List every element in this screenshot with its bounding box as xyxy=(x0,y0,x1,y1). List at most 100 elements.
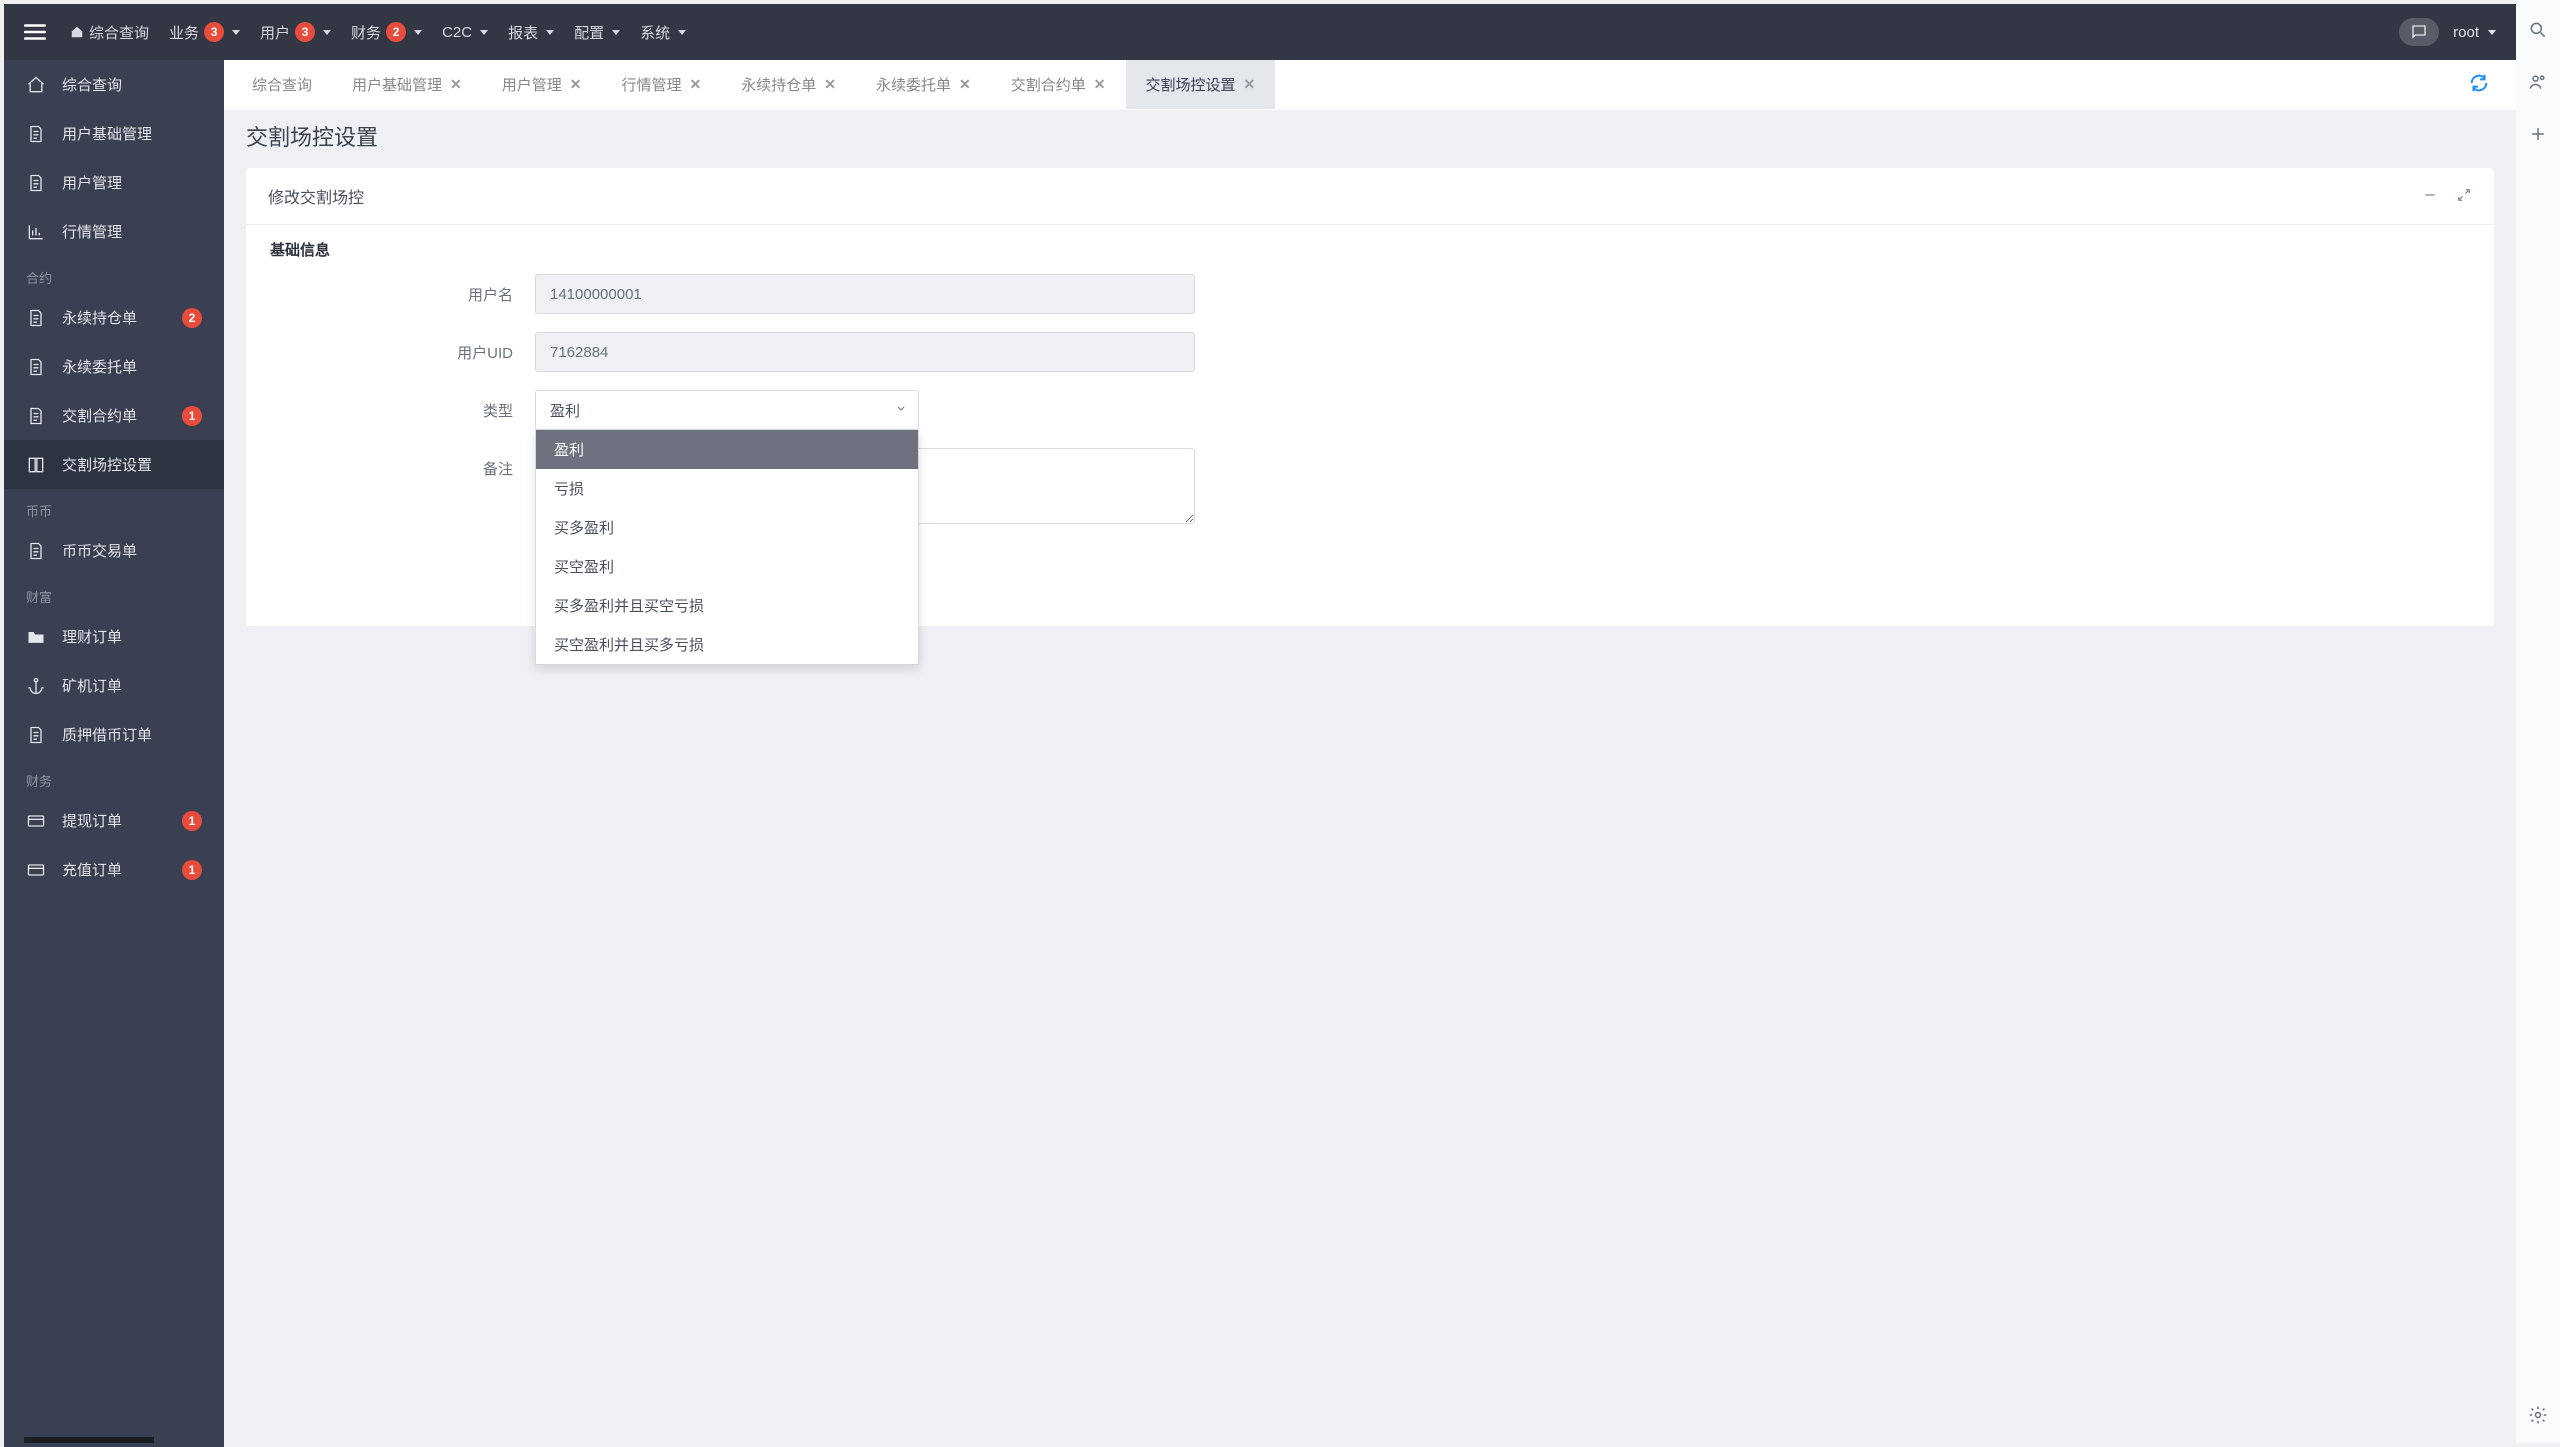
tab-label: 永续持仓单 xyxy=(741,74,816,95)
sidebar-item-zonghechaxun[interactable]: 综合查询 xyxy=(4,60,224,109)
chart-icon xyxy=(26,222,46,242)
type-select[interactable]: 盈利 xyxy=(535,390,919,430)
label-uid: 用户UID xyxy=(270,332,535,363)
sidebar-item-tixiandingdan[interactable]: 提现订单1 xyxy=(4,796,224,845)
badge: 3 xyxy=(204,22,224,42)
label-username: 用户名 xyxy=(270,274,535,305)
anchor-icon xyxy=(26,676,46,696)
sidebar-item-jiaogeheyuedan[interactable]: 交割合约单 1 xyxy=(4,391,224,440)
nav-item-label: 用户 xyxy=(260,22,290,43)
refresh-button[interactable] xyxy=(2450,62,2508,107)
search-icon[interactable] xyxy=(2528,20,2548,40)
dropdown-option[interactable]: 买多盈利 xyxy=(536,508,918,547)
tab[interactable]: 行情管理✕ xyxy=(602,60,722,109)
doc-icon xyxy=(26,541,46,561)
tab[interactable]: 交割场控设置✕ xyxy=(1126,60,1276,109)
close-icon[interactable]: ✕ xyxy=(1244,76,1256,93)
sidebar-item-label: 永续委托单 xyxy=(62,356,137,377)
sidebar-section-heading: 合约 xyxy=(4,256,224,293)
nav-item[interactable]: 系统 xyxy=(640,22,686,43)
menu-toggle-button[interactable] xyxy=(18,15,52,49)
doc-icon xyxy=(26,124,46,144)
panel-minimize-button[interactable] xyxy=(2422,187,2438,206)
close-icon[interactable]: ✕ xyxy=(450,76,462,93)
sidebar-item-chongzhidingdan[interactable]: 充值订单1 xyxy=(4,845,224,894)
nav-item-label: 系统 xyxy=(640,22,670,43)
tab[interactable]: 用户管理✕ xyxy=(482,60,602,109)
sidebar-item-jiaogechangkongshezhi[interactable]: 交割场控设置 xyxy=(4,440,224,489)
nav-item-label: 业务 xyxy=(169,22,199,43)
badge: 2 xyxy=(386,22,406,42)
badge: 1 xyxy=(182,406,202,426)
add-icon[interactable] xyxy=(2528,124,2548,144)
close-icon[interactable]: ✕ xyxy=(959,76,971,93)
sidebar-item-label: 交割合约单 xyxy=(62,405,137,426)
sidebar-section-heading: 财富 xyxy=(4,575,224,612)
tab[interactable]: 用户基础管理 ✕ xyxy=(332,60,482,109)
panel-expand-button[interactable] xyxy=(2456,187,2472,206)
close-icon[interactable]: ✕ xyxy=(570,76,582,93)
close-icon[interactable]: ✕ xyxy=(690,76,702,93)
sidebar-section-heading: 币币 xyxy=(4,489,224,526)
tab-bar: 综合查询用户基础管理✕用户管理✕行情管理✕永续持仓单✕永续委托单✕交割合约单✕交… xyxy=(224,60,2516,110)
tab[interactable]: 永续持仓单 ✕ xyxy=(721,60,856,109)
nav-item[interactable]: C2C xyxy=(442,24,488,41)
nav-item[interactable]: 综合查询 xyxy=(70,22,149,43)
sidebar-item-yonghuguanli[interactable]: 用户管理 xyxy=(4,158,224,207)
sidebar-item-yongxuweituodan[interactable]: 永续委托单 xyxy=(4,342,224,391)
sidebar-item-label: 币币交易单 xyxy=(62,540,137,561)
dropdown-option[interactable]: 买多盈利并且买空亏损 xyxy=(536,586,918,625)
caret-down-icon xyxy=(232,30,240,35)
nav-item[interactable]: 报表 xyxy=(508,22,554,43)
people-icon[interactable] xyxy=(2528,72,2548,92)
settings-icon[interactable] xyxy=(2528,1405,2548,1425)
user-menu[interactable]: root xyxy=(2453,24,2502,41)
tab[interactable]: 交割合约单✕ xyxy=(991,60,1126,109)
caret-down-icon xyxy=(546,30,554,35)
os-right-sidebar xyxy=(2516,0,2560,1443)
dropdown-option[interactable]: 盈利 xyxy=(536,430,918,469)
card-icon xyxy=(26,860,46,880)
nav-item[interactable]: 配置 xyxy=(574,22,620,43)
sidebar-section-heading: 财务 xyxy=(4,759,224,796)
nav-item-label: C2C xyxy=(442,24,472,41)
chat-button[interactable] xyxy=(2399,18,2439,46)
uid-input xyxy=(535,332,1195,372)
type-select-value: 盈利 xyxy=(550,400,580,421)
sidebar-item-yongxuchicangdan[interactable]: 永续持仓单2 xyxy=(4,293,224,342)
caret-down-icon xyxy=(414,30,422,35)
card-icon xyxy=(26,811,46,831)
dropdown-option[interactable]: 买空盈利并且买多亏损 xyxy=(536,625,918,664)
chevron-down-icon xyxy=(895,402,907,419)
dropdown-option[interactable]: 买空盈利 xyxy=(536,547,918,586)
caret-down-icon xyxy=(480,30,488,35)
nav-item-label: 综合查询 xyxy=(89,22,149,43)
close-icon[interactable]: ✕ xyxy=(1094,76,1106,93)
nav-item[interactable]: 财务2 xyxy=(351,22,422,43)
tab[interactable]: 综合查询 xyxy=(232,60,332,109)
caret-down-icon xyxy=(612,30,620,35)
sidebar-item-kuangjidingdan[interactable]: 矿机订单 xyxy=(4,661,224,710)
sidebar-item-hangqingguanli[interactable]: 行情管理 xyxy=(4,207,224,256)
caret-down-icon xyxy=(2488,30,2496,35)
nav-item[interactable]: 业务3 xyxy=(169,22,240,43)
doc-icon xyxy=(26,406,46,426)
username-input xyxy=(535,274,1195,314)
book-icon xyxy=(26,455,46,475)
sidebar-item-bibijiaoyidan[interactable]: 币币交易单 xyxy=(4,526,224,575)
section-heading: 基础信息 xyxy=(270,239,2470,260)
sidebar-item-yonghujichuguanli[interactable]: 用户基础管理 xyxy=(4,109,224,158)
sidebar-item-label: 理财订单 xyxy=(62,626,122,647)
nav-item[interactable]: 用户3 xyxy=(260,22,331,43)
sidebar-item-label: 矿机订单 xyxy=(62,675,122,696)
dropdown-option[interactable]: 亏损 xyxy=(536,469,918,508)
sidebar-item-label: 交割场控设置 xyxy=(62,454,152,475)
caret-down-icon xyxy=(323,30,331,35)
panel-title: 修改交割场控 xyxy=(268,184,2404,208)
sidebar-item-zhiyajiebi[interactable]: 质押借币订单 xyxy=(4,710,224,759)
sidebar-item-label: 永续持仓单 xyxy=(62,307,137,328)
tab-label: 用户基础管理 xyxy=(352,74,442,95)
tab[interactable]: 永续委托单✕ xyxy=(856,60,991,109)
close-icon[interactable]: ✕ xyxy=(824,76,836,93)
sidebar-item-licaidingdan[interactable]: 理财订单 xyxy=(4,612,224,661)
